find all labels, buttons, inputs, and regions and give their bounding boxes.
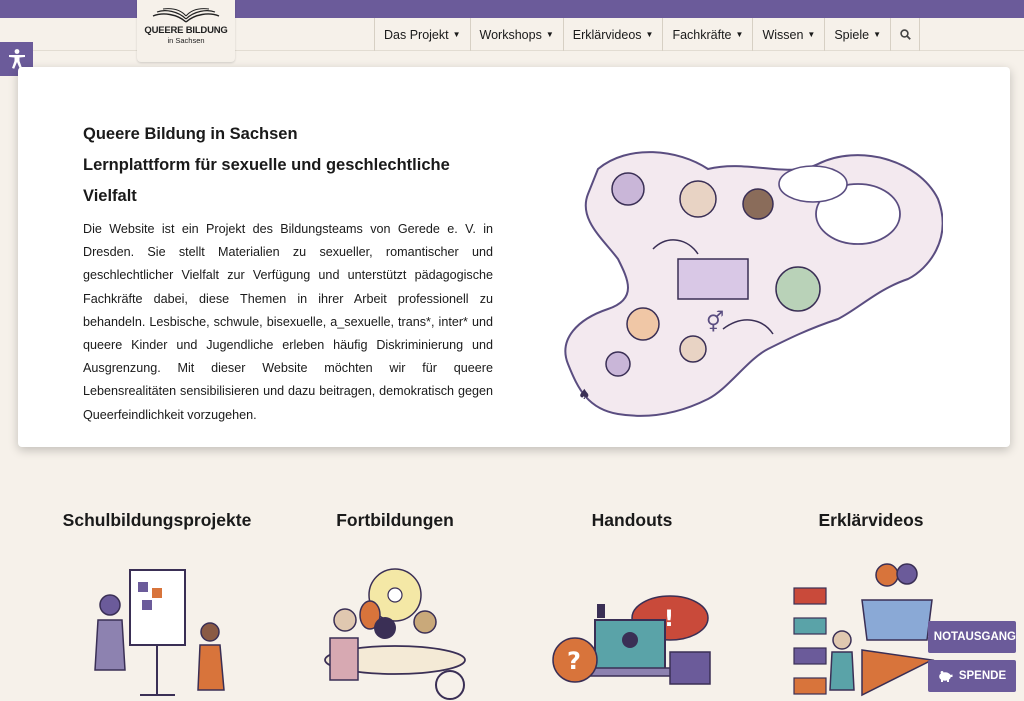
logo-subtitle: in Sachsen (167, 36, 205, 45)
section-title-fortbildungen[interactable]: Fortbildungen (275, 510, 515, 531)
nav-search-button[interactable] (890, 18, 921, 51)
nav-label: Workshops (479, 27, 542, 42)
book-logo-icon (152, 8, 220, 23)
hero-card: Queere Bildung in Sachsen Lernplattform … (18, 67, 1010, 447)
nav-label: Spiele (834, 27, 870, 42)
spende-button[interactable]: SPENDE (928, 660, 1016, 692)
main-nav: Das Projekt ▼ Workshops ▼ Erklärvideos ▼ Fa… (374, 18, 921, 51)
nav-label: Das Projekt (384, 27, 449, 42)
handouts-illustration[interactable]: ! ? (550, 560, 720, 701)
spende-label: SPENDE (958, 670, 1007, 682)
logo-title: QUEERE BILDUNG (144, 25, 228, 36)
nav-erklaervideos[interactable]: Erklärvideos ▼ (562, 18, 663, 51)
notausgang-label: NOTAUSGANG (933, 631, 1016, 643)
nav-das-projekt[interactable]: Das Projekt ▼ (374, 18, 470, 51)
site-logo[interactable]: QUEERE BILDUNG in Sachsen (137, 0, 235, 62)
caret-down-icon: ▼ (645, 30, 654, 39)
nav-label: Fachkräfte (672, 27, 732, 42)
notausgang-button[interactable]: NOTAUSGANG (928, 621, 1016, 653)
svg-text:♠: ♠ (578, 387, 591, 403)
caret-down-icon: ▼ (873, 30, 882, 39)
nav-label: Erklärvideos (572, 27, 642, 42)
nav-spiele[interactable]: Spiele ▼ (824, 18, 890, 51)
caret-down-icon: ▼ (452, 30, 461, 39)
section-title-schulbildungsprojekte[interactable]: Schulbildungsprojekte (37, 510, 277, 531)
nav-fachkraefte[interactable]: Fachkräfte ▼ (662, 18, 752, 51)
nav-workshops[interactable]: Workshops ▼ (469, 18, 563, 51)
nav-wissen[interactable]: Wissen ▼ (752, 18, 824, 51)
hero-intro: Die Website ist ein Projekt des Bildungs… (83, 222, 493, 422)
exit-icon (928, 636, 929, 638)
schulbildungsprojekte-illustration[interactable] (80, 560, 250, 701)
svg-text:⚥: ⚥ (706, 310, 724, 334)
caret-down-icon: ▼ (807, 30, 816, 39)
hero-title: Queere Bildung in Sachsen Lernplattform … (83, 119, 503, 212)
caret-down-icon: ▼ (545, 30, 554, 39)
fortbildungen-illustration[interactable] (310, 560, 480, 701)
search-icon (899, 29, 911, 40)
caret-down-icon: ▼ (735, 30, 744, 39)
hero-title-line2: Lernplattform für sexuelle und geschlech… (83, 156, 450, 205)
nav-label: Wissen (762, 27, 804, 42)
hero-title-line1: Queere Bildung in Sachsen (83, 125, 298, 143)
piggy-bank-icon (939, 671, 953, 682)
section-title-handouts[interactable]: Handouts (512, 510, 752, 531)
section-title-erklaervideos[interactable]: Erklärvideos (751, 510, 991, 531)
svg-text:?: ? (567, 647, 581, 675)
saxony-people-illustration: ⚥ ♠ (564, 151, 943, 417)
